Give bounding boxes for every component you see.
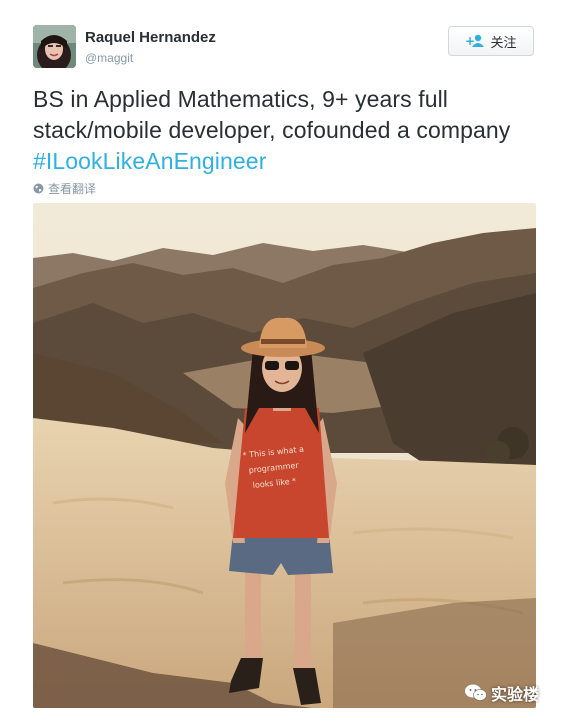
translate-label: 查看翻译	[48, 182, 97, 196]
add-user-icon: +	[465, 34, 485, 48]
wechat-icon	[465, 684, 487, 702]
tweet-photo[interactable]: * This is what a programmer looks like *	[33, 203, 536, 708]
tweet-text-body: BS in Applied Mathematics, 9+ years full…	[33, 86, 511, 143]
display-name[interactable]: Raquel Hernandez	[85, 29, 216, 46]
watermark: 实验楼	[465, 681, 539, 705]
follow-button-label: 关注	[490, 35, 517, 51]
globe-icon	[33, 183, 44, 194]
avatar-image	[33, 25, 76, 68]
avatar[interactable]	[33, 25, 76, 68]
photo-illustration: * This is what a programmer looks like *	[33, 203, 536, 708]
translate-link[interactable]: 查看翻译	[33, 180, 96, 197]
hashtag-link[interactable]: #ILookLikeAnEngineer	[33, 148, 266, 174]
watermark-label: 实验楼	[491, 685, 540, 704]
tweet-text: BS in Applied Mathematics, 9+ years full…	[33, 84, 543, 177]
user-handle[interactable]: @maggit	[85, 51, 133, 65]
follow-button[interactable]: + 关注	[448, 26, 534, 56]
